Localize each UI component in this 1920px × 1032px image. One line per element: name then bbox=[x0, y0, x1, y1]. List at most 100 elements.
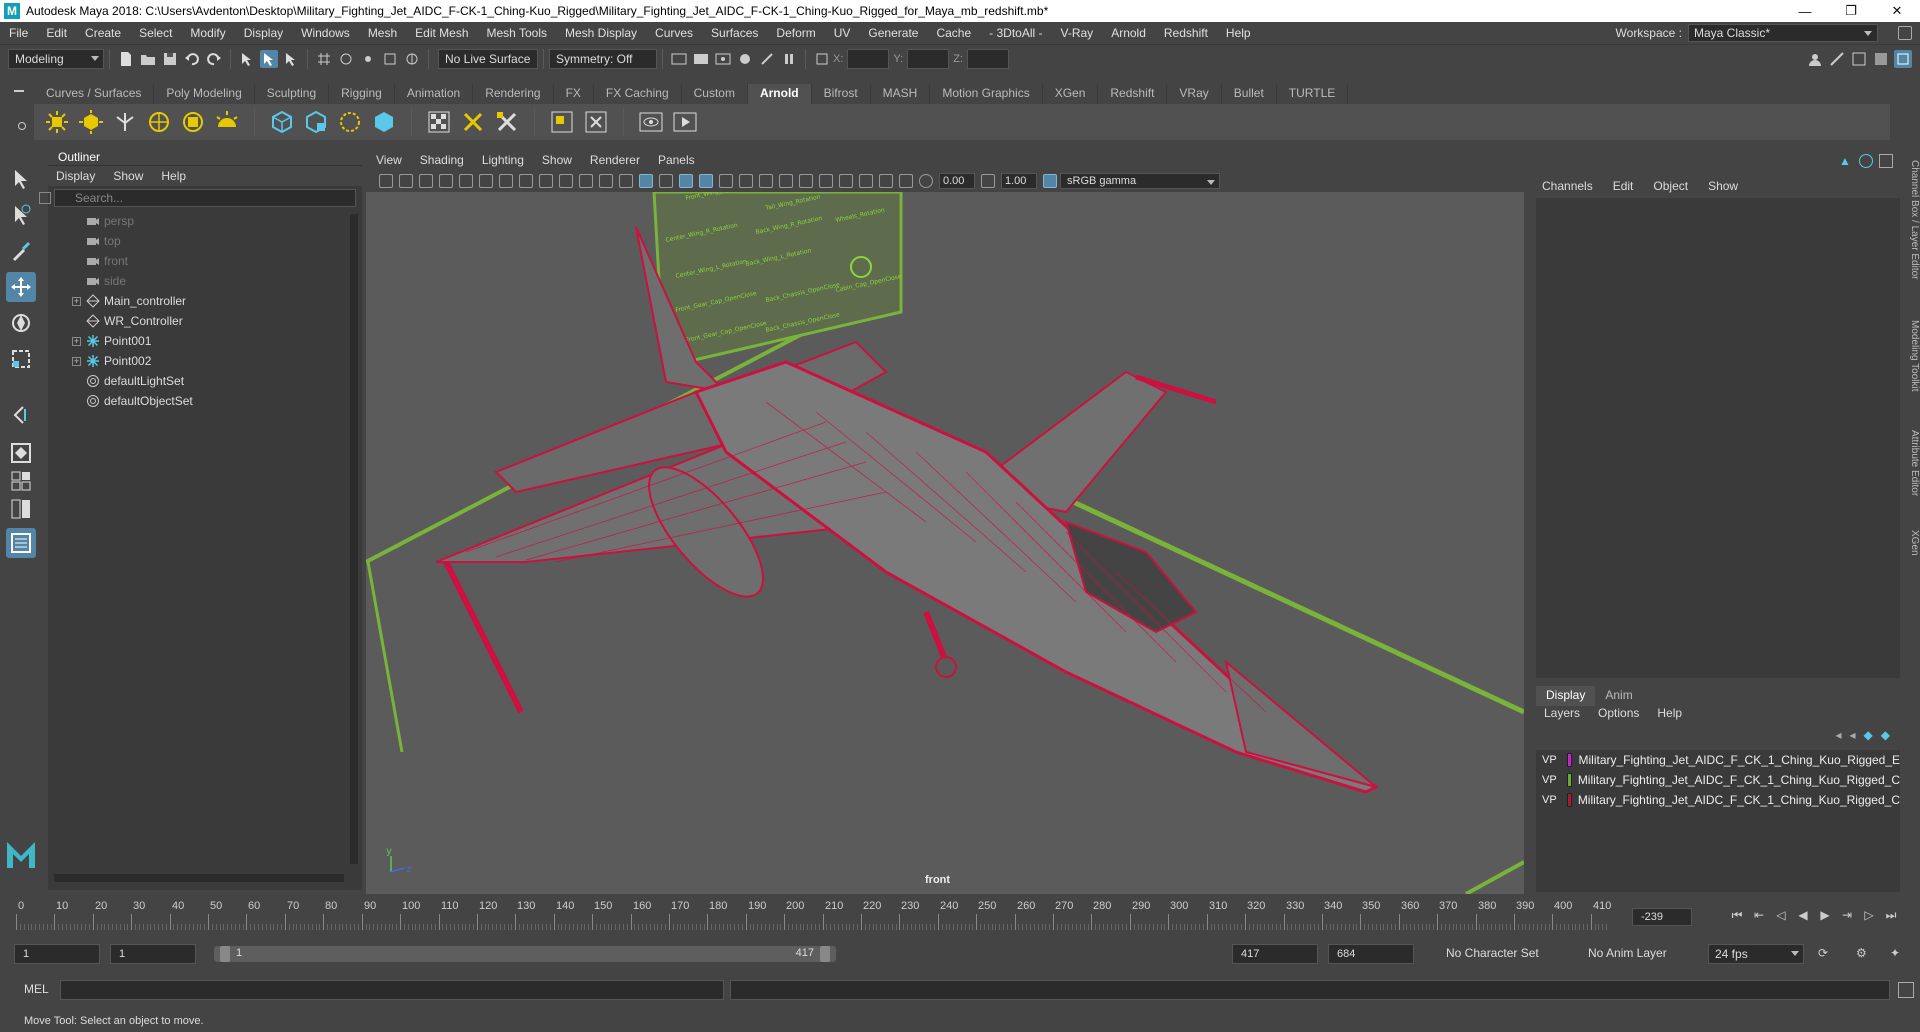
outliner-horizontal-scrollbar[interactable] bbox=[54, 874, 344, 882]
y-field[interactable] bbox=[907, 48, 950, 69]
shelf-tab-poly-modeling[interactable]: Poly Modeling bbox=[154, 84, 255, 104]
viewport-menu-lighting[interactable]: Lighting bbox=[482, 153, 524, 167]
new-scene-icon[interactable] bbox=[117, 50, 135, 68]
outliner-item-side[interactable]: side bbox=[48, 271, 362, 291]
layer-tab-display[interactable]: Display bbox=[1536, 686, 1596, 706]
image-plane-icon[interactable] bbox=[439, 174, 453, 188]
modeling-toolkit-icon[interactable] bbox=[1828, 50, 1846, 68]
gate-mask-icon[interactable] bbox=[559, 174, 573, 188]
end-time-field[interactable]: 684 bbox=[1328, 944, 1414, 964]
pause-icon[interactable] bbox=[780, 50, 798, 68]
layer-menu-layers[interactable]: Layers bbox=[1544, 706, 1580, 720]
current-frame-field[interactable]: -239 bbox=[1632, 908, 1692, 926]
layer-color-swatch[interactable] bbox=[1566, 773, 1572, 787]
menu-item-deform[interactable]: Deform bbox=[767, 26, 824, 40]
arnold-mesh-light-icon[interactable] bbox=[77, 108, 105, 136]
redo-icon[interactable] bbox=[205, 50, 223, 68]
command-language-label[interactable]: MEL bbox=[24, 982, 49, 996]
fps-dropdown[interactable]: 24 fps bbox=[1708, 944, 1804, 964]
shelf-tab-bullet[interactable]: Bullet bbox=[1222, 84, 1277, 104]
menu-item-cache[interactable]: Cache bbox=[927, 26, 980, 40]
menu-item-mesh-display[interactable]: Mesh Display bbox=[556, 26, 646, 40]
menu-item-create[interactable]: Create bbox=[76, 26, 130, 40]
select-tool-icon[interactable] bbox=[6, 164, 36, 194]
select-hierarchy-icon[interactable] bbox=[238, 50, 256, 68]
menu-item-edit-mesh[interactable]: Edit Mesh bbox=[406, 26, 477, 40]
viewport-menu-view[interactable]: View bbox=[376, 153, 402, 167]
anti-aliasing-icon[interactable] bbox=[799, 174, 813, 188]
screen-space-ao-icon[interactable] bbox=[759, 174, 773, 188]
shelf-tab-custom[interactable]: Custom bbox=[682, 84, 748, 104]
shelf-tab-vray[interactable]: VRay bbox=[1167, 84, 1222, 104]
range-start-handle[interactable] bbox=[220, 946, 230, 962]
go-to-start-icon[interactable]: ⏮ bbox=[1727, 908, 1747, 926]
step-back-key-icon[interactable]: ⇤ bbox=[1749, 908, 1769, 926]
menu-item-v-ray[interactable]: V-Ray bbox=[1052, 26, 1103, 40]
smooth-shade-icon[interactable] bbox=[639, 174, 653, 188]
new-layer-icon[interactable]: ◆ bbox=[1881, 728, 1890, 742]
shelf-tab-bifrost[interactable]: Bifrost bbox=[812, 84, 871, 104]
play-backward-icon[interactable]: ◀ bbox=[1793, 908, 1813, 926]
cb-menu-show[interactable]: Show bbox=[1708, 179, 1738, 193]
outliner-item-main-controller[interactable]: + Main_controller bbox=[48, 291, 362, 311]
arnold-license-icon[interactable] bbox=[582, 108, 610, 136]
animation-preferences-icon[interactable]: ✦ bbox=[1890, 946, 1900, 960]
lasso-tool-icon[interactable] bbox=[6, 200, 36, 230]
open-scene-icon[interactable] bbox=[139, 50, 157, 68]
arnold-flush-cache-icon[interactable] bbox=[459, 108, 487, 136]
depth-of-field-icon[interactable] bbox=[819, 174, 833, 188]
shelf-tab-turtle[interactable]: TURTLE bbox=[1277, 84, 1349, 104]
arnold-stand-in-icon[interactable] bbox=[268, 108, 296, 136]
symmetry-dropdown[interactable]: Symmetry: Off bbox=[549, 48, 657, 69]
move-layer-up-icon[interactable]: ◂ bbox=[1835, 728, 1841, 742]
layer-color-swatch[interactable] bbox=[1566, 753, 1573, 767]
textured-icon[interactable] bbox=[699, 174, 713, 188]
menu-item-arnold[interactable]: Arnold bbox=[1102, 26, 1155, 40]
outliner-item-persp[interactable]: persp bbox=[48, 211, 362, 231]
xray-joints-icon[interactable] bbox=[879, 174, 893, 188]
render-settings-icon[interactable] bbox=[736, 50, 754, 68]
arnold-flush-textures-icon[interactable] bbox=[493, 108, 521, 136]
select-component-icon[interactable] bbox=[282, 50, 300, 68]
xray-components-icon[interactable] bbox=[899, 174, 913, 188]
2d-pan-zoom-icon[interactable] bbox=[459, 174, 473, 188]
outliner-layout-icon[interactable] bbox=[6, 528, 36, 558]
menu-item-help[interactable]: Help bbox=[1217, 26, 1260, 40]
shelf-settings-icon[interactable] bbox=[18, 122, 26, 130]
range-end-handle[interactable] bbox=[820, 946, 830, 962]
arnold-area-light-icon[interactable] bbox=[43, 108, 71, 136]
menu-set-dropdown[interactable]: Modeling bbox=[8, 48, 104, 69]
shelf-tab-xgen[interactable]: XGen bbox=[1043, 84, 1099, 104]
play-forward-icon[interactable]: ▶ bbox=[1815, 908, 1835, 926]
outliner-menu-show[interactable]: Show bbox=[113, 169, 143, 183]
color-management-icon[interactable] bbox=[1043, 174, 1057, 188]
film-gate-icon[interactable] bbox=[519, 174, 533, 188]
undo-icon[interactable] bbox=[183, 50, 201, 68]
render-frame-icon[interactable] bbox=[692, 50, 710, 68]
shelf-tab-rigging[interactable]: Rigging bbox=[329, 84, 395, 104]
cb-menu-channels[interactable]: Channels bbox=[1542, 179, 1593, 193]
gamma-field[interactable]: 1.00 bbox=[1001, 173, 1037, 189]
display-layer-row[interactable]: V P Military_Fighting_Jet_AIDC_F_CK_1_Chin… bbox=[1536, 770, 1900, 790]
menu-item-curves[interactable]: Curves bbox=[646, 26, 702, 40]
live-surface-field[interactable]: No Live Surface bbox=[438, 48, 538, 69]
resolution-gate-icon[interactable] bbox=[539, 174, 553, 188]
select-camera-icon[interactable] bbox=[379, 174, 393, 188]
move-tool-icon[interactable] bbox=[6, 272, 36, 302]
scale-tool-icon[interactable] bbox=[6, 344, 36, 374]
menu-item-mesh-tools[interactable]: Mesh Tools bbox=[478, 26, 556, 40]
outliner-search-input[interactable]: Search... bbox=[39, 189, 356, 207]
motion-blur-icon[interactable] bbox=[779, 174, 793, 188]
layer-visibility-toggle[interactable]: V bbox=[1542, 754, 1549, 766]
shelf-menu-icon[interactable] bbox=[14, 90, 24, 92]
outliner-vertical-scrollbar[interactable] bbox=[350, 214, 358, 864]
arnold-tx-manager-icon[interactable] bbox=[548, 108, 576, 136]
layer-tab-anim[interactable]: Anim bbox=[1595, 686, 1642, 706]
layer-color-swatch[interactable] bbox=[1566, 793, 1572, 807]
channel-box-pin-icon[interactable]: ▲ bbox=[1839, 154, 1853, 168]
menu-item-redshift[interactable]: Redshift bbox=[1155, 26, 1217, 40]
viewport-menu-panels[interactable]: Panels bbox=[658, 153, 695, 167]
expand-icon[interactable]: + bbox=[72, 356, 81, 366]
menu-item-surfaces[interactable]: Surfaces bbox=[702, 26, 767, 40]
last-tool-used-icon[interactable] bbox=[6, 400, 36, 430]
